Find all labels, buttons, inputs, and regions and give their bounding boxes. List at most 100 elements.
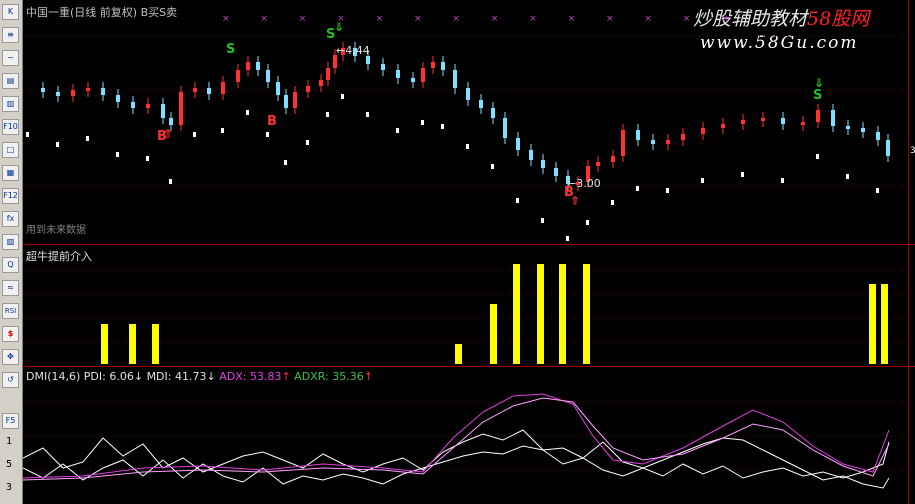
candle-body <box>146 104 150 108</box>
candle-body <box>831 110 835 126</box>
candle-body <box>876 132 880 140</box>
candle-body <box>207 88 211 94</box>
lower-band-marker <box>266 132 269 137</box>
candle-body <box>611 156 615 162</box>
candle-body <box>306 86 310 92</box>
formula-icon[interactable]: fx <box>2 211 19 227</box>
candle-body <box>596 162 600 166</box>
indicator-bar <box>455 344 462 364</box>
candle-body <box>169 118 173 125</box>
lower-band-marker <box>146 156 149 161</box>
bars-icon[interactable]: ▧ <box>2 234 19 250</box>
period-1-button[interactable]: 1 <box>6 436 12 447</box>
lower-band-marker <box>193 132 196 137</box>
period-5-button[interactable]: 5 <box>6 459 12 470</box>
candle-body <box>621 130 625 156</box>
window-icon[interactable]: □ <box>2 142 19 158</box>
candle-body <box>411 78 415 82</box>
lower-band-marker <box>846 174 849 179</box>
candle-body <box>41 88 45 92</box>
candle-body <box>236 70 240 82</box>
lower-band-marker <box>701 178 704 183</box>
period-3-button[interactable]: 3 <box>6 482 12 493</box>
low-price-label: ←3.00 <box>567 177 601 190</box>
candle-body <box>293 92 297 108</box>
lower-band-marker <box>541 218 544 223</box>
lower-band-marker <box>876 188 879 193</box>
move-icon[interactable]: ✥ <box>2 349 19 365</box>
lower-band-marker <box>246 110 249 115</box>
grid-icon[interactable]: ▤ <box>2 73 19 89</box>
candle-body <box>503 118 507 138</box>
lower-band-marker <box>56 142 59 147</box>
left-toolbar: K ≡ ~ ▤ ▥ F10 □ ▦ F12 fx ▧ Q ≈ RSI $ ✥ ↺… <box>0 0 23 504</box>
blocks-icon[interactable]: ▦ <box>2 165 19 181</box>
f12-button[interactable]: F12 <box>2 188 19 204</box>
candle-body <box>221 82 225 94</box>
candle-body <box>86 88 90 91</box>
candle-body <box>491 108 495 118</box>
candle-body <box>396 70 400 78</box>
f5-button[interactable]: F5 <box>2 413 19 429</box>
indicator-bar <box>129 324 136 364</box>
money-icon[interactable]: $ <box>2 326 19 342</box>
candle-body <box>326 68 330 80</box>
lower-band-marker <box>116 152 119 157</box>
lower-band-marker <box>26 132 29 137</box>
lower-band-marker <box>586 220 589 225</box>
indicator-bar <box>152 324 159 364</box>
candle-body <box>529 150 533 160</box>
candle-body <box>266 70 270 82</box>
down-arrow-icon: ⇓ <box>814 76 825 90</box>
indicator-chart[interactable] <box>23 246 908 366</box>
candle-body <box>721 124 725 128</box>
candle-body <box>666 140 670 144</box>
price-chart[interactable] <box>23 0 908 244</box>
candle-body <box>816 110 820 122</box>
rsi-button[interactable]: RSI <box>2 303 19 319</box>
candle-body <box>431 62 435 68</box>
indicator-bar <box>537 264 544 364</box>
candle-body <box>636 130 640 140</box>
lower-band-marker <box>466 144 469 149</box>
f10-button[interactable]: F10 <box>2 119 19 135</box>
candle-body <box>276 82 280 95</box>
panel-divider <box>23 366 915 367</box>
refresh-icon[interactable]: ↺ <box>2 372 19 388</box>
table-icon[interactable]: ▥ <box>2 96 19 112</box>
candle-body <box>453 70 457 88</box>
buy-signal: B <box>267 114 277 129</box>
down-arrow-icon: ⇓ <box>334 20 345 34</box>
list-icon[interactable]: ≡ <box>2 27 19 43</box>
lower-band-marker <box>816 154 819 159</box>
candle-body <box>116 95 120 102</box>
panel-divider <box>23 244 915 245</box>
candle-body <box>554 168 558 176</box>
candle-body <box>701 128 705 134</box>
candle-body <box>71 90 75 96</box>
lower-band-marker <box>441 124 444 129</box>
candle-body <box>541 160 545 168</box>
high-price-label: ←4.44 <box>336 44 370 57</box>
lower-band-marker <box>741 172 744 177</box>
up-arrow-icon: ⇑ <box>163 127 174 141</box>
candle-body <box>801 122 805 125</box>
candle-body <box>781 118 785 124</box>
dmi-chart[interactable] <box>23 368 908 504</box>
lower-band-marker <box>491 164 494 169</box>
future-data-note: 用到未来数据 <box>26 225 86 236</box>
indicator-bar <box>101 324 108 364</box>
candle-body <box>284 95 288 108</box>
search-icon[interactable]: Q <box>2 257 19 273</box>
indicator-bar <box>881 284 888 364</box>
candle-body <box>479 100 483 108</box>
candle-body <box>256 62 260 70</box>
candle-body <box>516 138 520 150</box>
sell-signal: S <box>813 88 823 103</box>
lower-band-marker <box>636 186 639 191</box>
candle-body <box>741 120 745 124</box>
candlestick-icon[interactable]: K <box>2 4 19 20</box>
line-chart-icon[interactable]: ~ <box>2 50 19 66</box>
candle-body <box>246 62 250 70</box>
wave-icon[interactable]: ≈ <box>2 280 19 296</box>
